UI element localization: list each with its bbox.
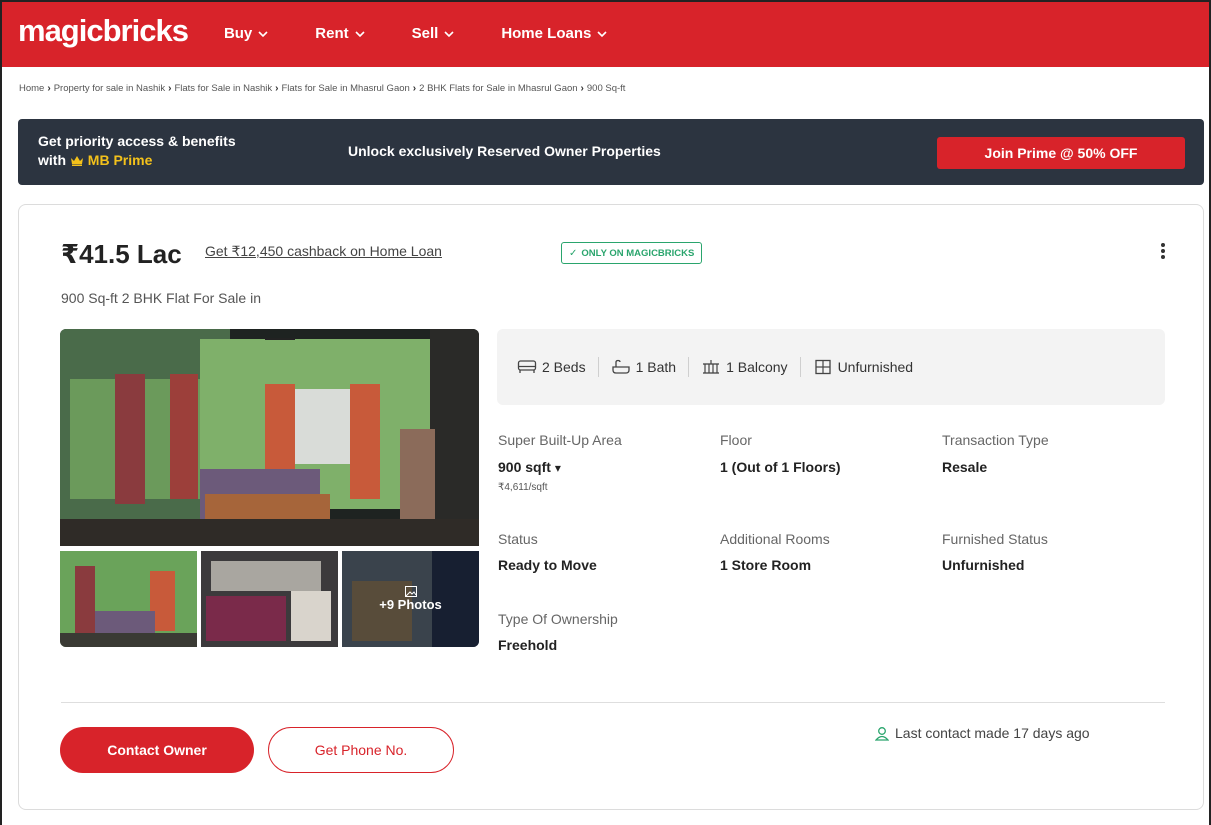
listing-price: ₹41.5 Lac [61,239,182,269]
breadcrumb-home[interactable]: Home [19,83,44,94]
additional-rooms-value: 1 Store Room [720,557,812,573]
prime-message: Unlock exclusively Reserved Owner Proper… [348,143,661,159]
main-nav: Buy Rent Sell Home Loans [224,25,654,42]
check-icon: ✓ [569,247,578,259]
bathtub-icon [611,359,630,374]
prime-pitch-line2: with MB Prime [38,151,236,170]
thumbnail-image [201,551,338,647]
exclusive-badge-label: ONLY ON MAGICBRICKS [581,247,695,259]
breadcrumb-nashik-property[interactable]: Property for sale in Nashik [54,83,165,94]
area-value[interactable]: 900 sqft ▾ [498,459,561,475]
card-divider [61,702,1165,703]
magicbricks-logo[interactable]: magicbricks [18,13,189,49]
cashback-link[interactable]: Get ₹12,450 cashback on Home Loan [205,243,442,260]
summary-divider [799,357,801,377]
breadcrumb-separator: › [412,83,417,94]
top-navbar: magicbricks Buy Rent Sell Home Loans [0,0,1211,67]
nav-home-loans[interactable]: Home Loans [501,25,608,42]
summary-bath: 1 Bath [611,359,676,375]
status-value: Ready to Move [498,557,597,573]
breadcrumb-current: 900 Sq-ft [586,83,626,94]
bed-icon [517,360,537,373]
more-photos-overlay[interactable]: +9 Photos [342,551,479,647]
nav-buy[interactable]: Buy [224,25,269,42]
prime-pitch: Get priority access & benefits with MB P… [38,132,236,170]
price-per-sqft: ₹4,611/sqft [498,482,548,493]
additional-rooms-label: Additional Rooms [720,531,830,547]
breadcrumb-separator: › [580,83,584,94]
breadcrumb-2bhk-flats[interactable]: 2 BHK Flats for Sale in Mhasrul Gaon [419,83,577,94]
area-label: Super Built-Up Area [498,432,622,448]
last-contact-text: Last contact made 17 days ago [895,725,1090,741]
breadcrumb-mhasrul-flats[interactable]: Flats for Sale in Mhasrul Gaon [281,83,409,94]
photo-thumbnail-3[interactable]: +9 Photos [342,551,479,647]
nav-sell[interactable]: Sell [412,25,456,42]
exclusive-badge: ✓ ONLY ON MAGICBRICKS [561,242,703,264]
summary-furnishing-label: Unfurnished [837,359,914,375]
thumbnail-image [60,551,197,647]
floor-label: Floor [720,432,752,448]
chevron-down-icon [258,30,268,37]
contact-owner-button[interactable]: Contact Owner [60,727,254,773]
transaction-value: Resale [942,459,988,475]
summary-bath-label: 1 Bath [635,359,677,375]
bedroom-photo [60,329,479,546]
prime-pitch-line1: Get priority access & benefits [38,133,236,149]
summary-balcony: 1 Balcony [701,359,788,375]
breadcrumb: Home › Property for sale in Nashik › Fla… [19,83,625,94]
breadcrumb-separator: › [275,83,279,94]
transaction-label: Transaction Type [942,432,1049,448]
nav-rent[interactable]: Rent [315,25,365,42]
breadcrumb-separator: › [168,83,172,94]
nav-home-loans-label: Home Loans [501,25,592,42]
chevron-down-icon [597,30,607,37]
balcony-icon [703,360,720,374]
unit-dropdown-icon[interactable]: ▾ [555,461,561,475]
prime-pitch-prefix: with [38,152,70,168]
main-photo[interactable] [60,329,479,546]
summary-beds: 2 Beds [517,359,586,375]
get-phone-button[interactable]: Get Phone No. [268,727,454,773]
summary-beds-label: 2 Beds [542,359,586,375]
breadcrumb-separator: › [47,83,51,94]
more-photos-label: +9 Photos [379,597,442,612]
summary-divider [597,357,599,377]
ownership-value: Freehold [498,637,558,653]
nav-sell-label: Sell [411,25,439,42]
listing-title: 900 Sq-ft 2 BHK Flat For Sale in [61,290,261,306]
summary-bar: 2 Beds 1 Bath 1 Balcony Unfurnished [497,329,1165,405]
chevron-down-icon [355,30,365,37]
nav-rent-label: Rent [315,25,349,42]
user-icon [875,726,889,741]
crown-icon [70,156,83,166]
prime-banner: Get priority access & benefits with MB P… [18,119,1204,185]
chevron-down-icon [444,30,454,37]
furnished-status-value: Unfurnished [942,557,1025,573]
last-contact-info: Last contact made 17 days ago [875,725,1090,741]
photo-thumbnail-1[interactable] [60,551,197,647]
area-value-text: 900 sqft [498,459,551,475]
nav-buy-label: Buy [223,25,253,42]
summary-balcony-label: 1 Balcony [726,359,788,375]
floor-value: 1 (Out of 1 Floors) [720,459,841,475]
prime-brand: MB Prime [87,152,153,168]
listing-card: ₹41.5 Lac Get ₹12,450 cashback on Home L… [18,204,1204,810]
more-options-icon[interactable] [1157,241,1169,263]
status-label: Status [498,531,538,547]
wardrobe-icon [814,359,831,375]
furnished-status-label: Furnished Status [942,531,1048,547]
photo-thumbnail-2[interactable] [201,551,338,647]
join-prime-button[interactable]: Join Prime @ 50% OFF [937,137,1185,169]
breadcrumb-nashik-flats[interactable]: Flats for Sale in Nashik [174,83,272,94]
summary-divider [688,357,690,377]
image-icon [404,586,417,597]
ownership-label: Type Of Ownership [498,611,618,627]
summary-furnishing: Unfurnished [813,359,914,375]
